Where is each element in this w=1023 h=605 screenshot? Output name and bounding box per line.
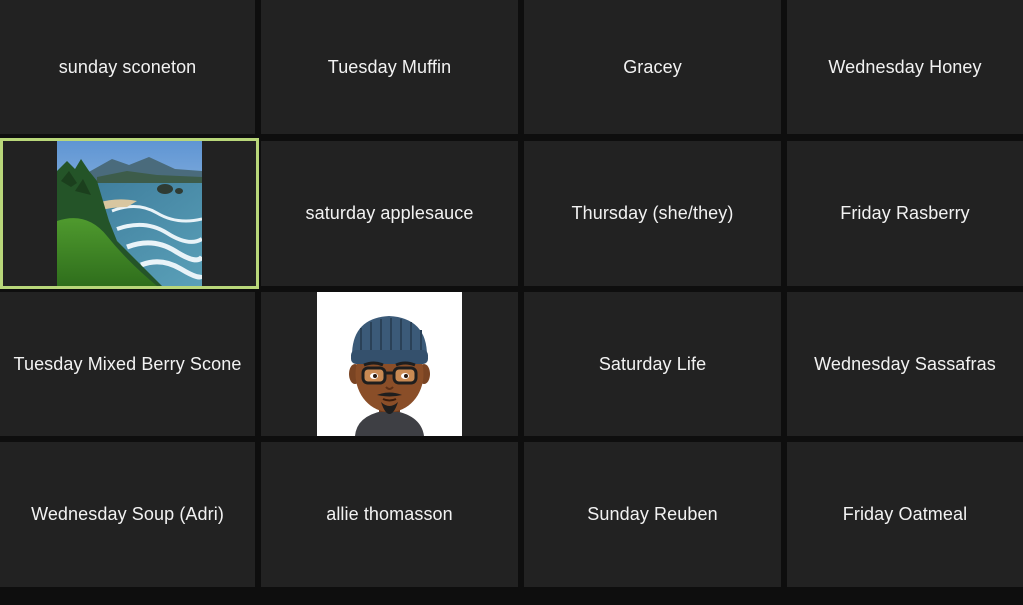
participant-name: Saturday Life [598,353,707,374]
cartoon-avatar-image [317,292,462,436]
participant-name: saturday applesauce [305,203,474,223]
participant-name: Wednesday Soup (Adri) [31,504,224,524]
participant-name: Sunday Reuben [587,504,718,524]
participant-name: Friday Oatmeal [842,504,968,524]
landscape-image [57,141,202,286]
participant-name: allie thomasson [326,504,453,524]
participant-tile[interactable]: Saturday Life [524,292,781,436]
participant-tile[interactable]: Friday Oatmeal [787,442,1023,587]
participant-tile[interactable]: saturday applesauce [261,141,518,286]
participant-video-avatar [317,292,462,436]
participant-tile[interactable]: sunday sconeton [0,0,255,134]
participant-tile[interactable] [261,292,518,436]
participant-name: Tuesday Muffin [327,56,452,77]
participant-tile[interactable]: Wednesday Honey [787,0,1023,134]
participant-tile[interactable]: allie thomasson [261,442,518,587]
participant-name: Wednesday Sassafras [814,353,996,374]
participant-name: Gracey [623,56,682,77]
participant-name: Wednesday Honey [828,56,982,77]
participant-tile[interactable]: Friday Rasberry [787,141,1023,286]
participant-tile[interactable]: Sunday Reuben [524,442,781,587]
participant-name: Thursday (she/they) [571,203,734,223]
participant-tile[interactable]: Tuesday Mixed Berry Scone [0,292,255,436]
participant-tile[interactable]: Tuesday Muffin [261,0,518,134]
participant-video-landscape [57,141,202,286]
participant-tile-active-speaker[interactable] [0,138,259,289]
participant-name: Friday Rasberry [840,203,970,223]
participant-tile[interactable]: Gracey [524,0,781,134]
participant-name: sunday sconeton [58,56,197,77]
participant-tile[interactable]: Wednesday Soup (Adri) [0,442,255,587]
participant-tile[interactable]: Wednesday Sassafras [787,292,1023,436]
gallery-view: sunday sconeton Tuesday Muffin Gracey We… [0,0,1023,605]
participant-name: Tuesday Mixed Berry Scone [13,353,242,374]
participant-tile[interactable]: Thursday (she/they) [524,141,781,286]
